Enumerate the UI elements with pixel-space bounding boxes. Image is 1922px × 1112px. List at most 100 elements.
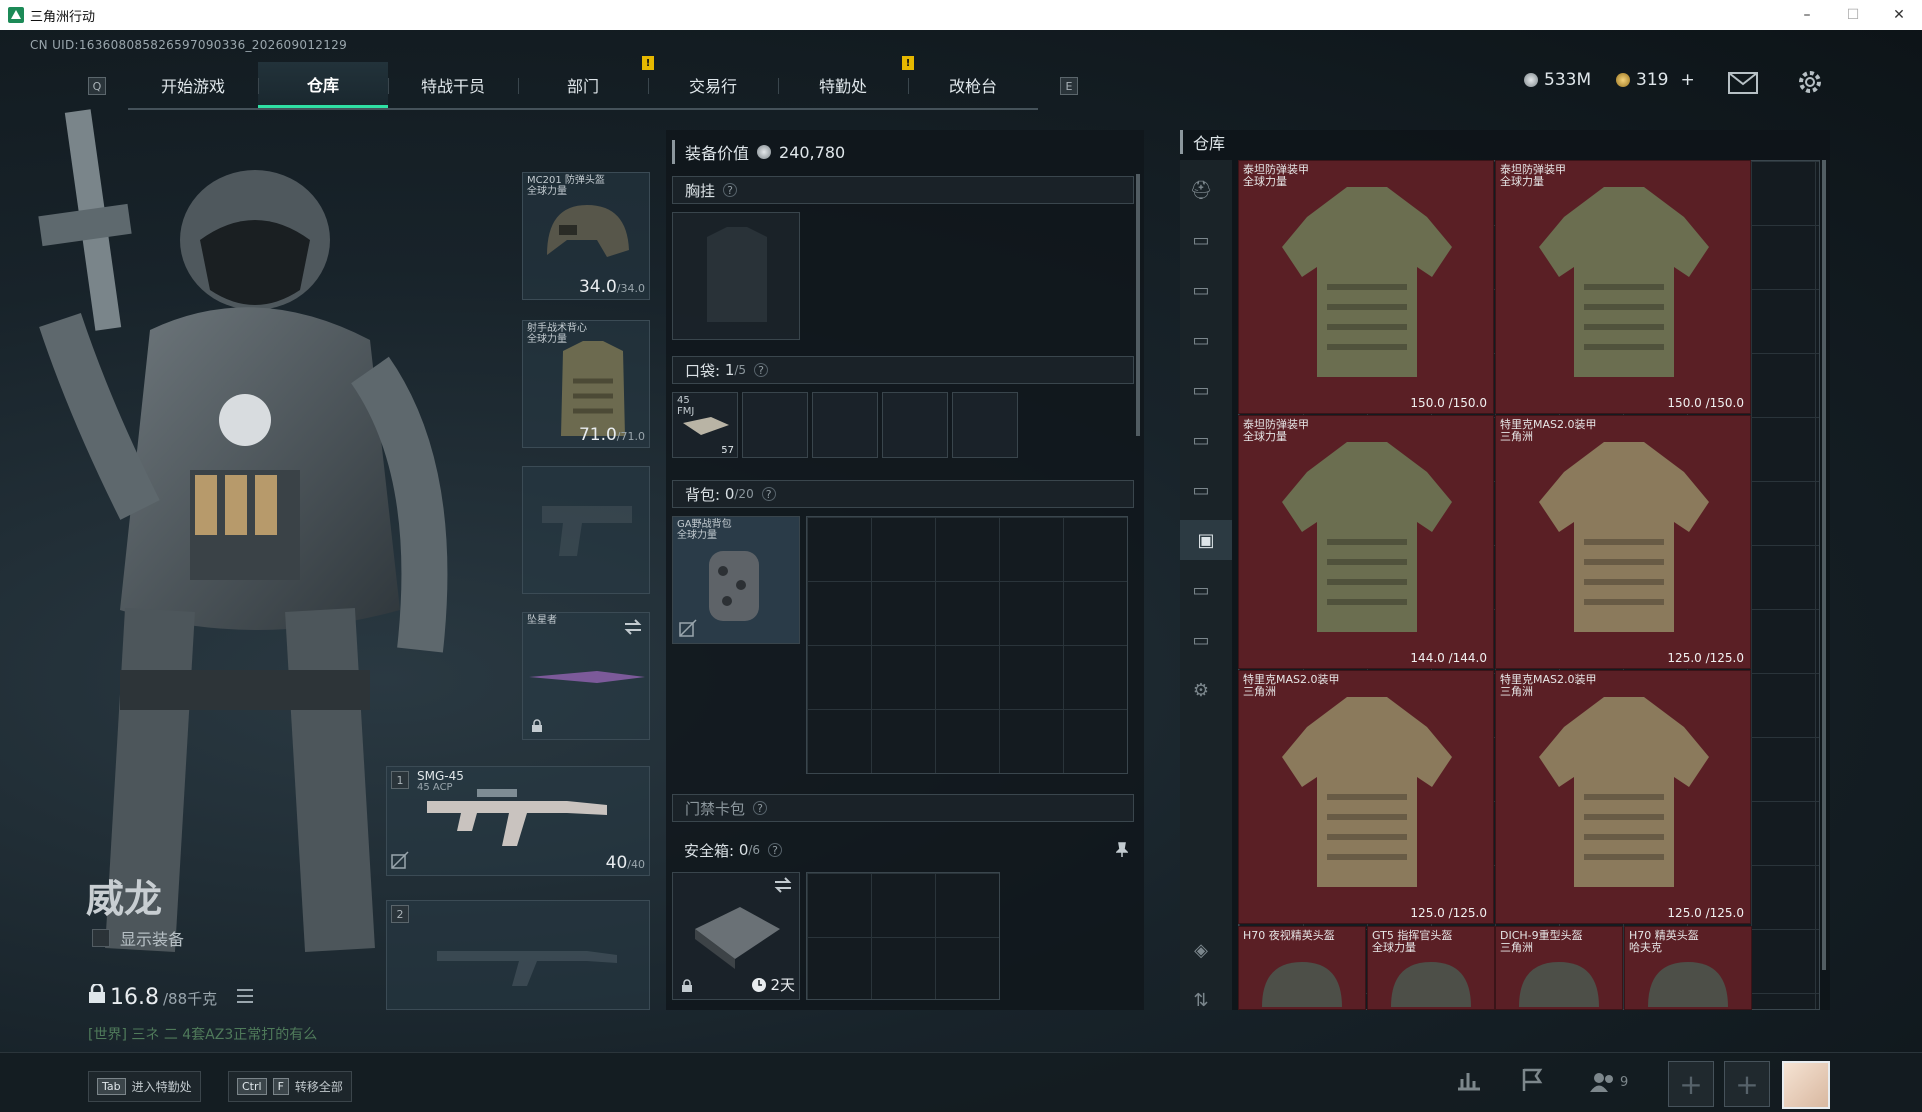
lock-icon bbox=[682, 979, 692, 992]
help-icon[interactable]: ? bbox=[761, 487, 776, 501]
close-button[interactable]: ✕ bbox=[1876, 0, 1922, 30]
settings-gear-icon[interactable]: ⚙ bbox=[1180, 670, 1222, 710]
warehouse-item-armor[interactable]: 特里克MAS2.0装甲 三角洲 125.0 /125.0 bbox=[1495, 415, 1751, 669]
transfer-all-hint[interactable]: Ctrl F 转移全部 bbox=[228, 1071, 352, 1102]
stats-chart-icon[interactable] bbox=[1456, 1067, 1482, 1091]
maximize-button[interactable]: ☐ bbox=[1830, 0, 1876, 30]
show-equipment-toggle[interactable]: 显示装备 bbox=[92, 926, 184, 950]
category-iv-icon[interactable]: ▭ bbox=[1180, 320, 1222, 360]
world-chat-line[interactable]: [世界] 三ネ 二 4套AZ3正常打的有么 bbox=[88, 1024, 317, 1044]
melee-slot[interactable]: 坠星者 bbox=[522, 612, 650, 740]
category-iv-icon[interactable]: ▭ bbox=[1180, 370, 1222, 410]
helmet-icon bbox=[1519, 962, 1599, 1007]
keycard-header[interactable]: 门禁卡包? bbox=[672, 794, 1134, 822]
secondary-slot-number: 2 bbox=[391, 905, 409, 923]
pocket-slot[interactable]: 45 FMJ 57 bbox=[672, 392, 738, 458]
tab-trading[interactable]: 交易行 bbox=[648, 62, 778, 108]
melee-name: 坠星者 bbox=[527, 615, 557, 626]
layers-icon[interactable]: ◈ bbox=[1180, 930, 1222, 970]
warehouse-item-armor[interactable]: 特里克MAS2.0装甲 三角洲 125.0 /125.0 bbox=[1495, 670, 1751, 924]
armor-icon bbox=[1282, 697, 1452, 887]
ammo-box-icon bbox=[683, 417, 729, 435]
add-squad-member-button[interactable]: + bbox=[1668, 1061, 1714, 1107]
operator-name: 威龙 bbox=[86, 877, 163, 921]
tab-gunsmith[interactable]: 改枪台 bbox=[908, 62, 1038, 108]
warehouse-scrollbar[interactable] bbox=[1822, 160, 1826, 970]
pocket-slot[interactable] bbox=[882, 392, 948, 458]
swap-icon[interactable] bbox=[773, 877, 793, 893]
warehouse-item-armor[interactable]: 泰坦防弹装甲 全球力量 150.0 /150.0 bbox=[1238, 160, 1494, 414]
flag-icon[interactable] bbox=[1520, 1067, 1546, 1093]
weight-details-icon[interactable] bbox=[235, 988, 255, 1004]
add-gold-button[interactable]: + bbox=[1680, 70, 1694, 90]
pistol-slot[interactable] bbox=[522, 466, 650, 594]
category-iv-icon[interactable]: ▭ bbox=[1180, 420, 1222, 460]
safebox-case-icon bbox=[695, 907, 780, 969]
help-icon[interactable]: ? bbox=[754, 363, 769, 377]
warehouse-item-helmet[interactable]: H70 夜视精英头盔 bbox=[1238, 926, 1366, 1010]
help-icon[interactable]: ? bbox=[723, 183, 738, 197]
sort-icon[interactable]: ⇅ bbox=[1180, 980, 1222, 1020]
enter-special-ops-hint[interactable]: Tab 进入特勤处 bbox=[88, 1071, 201, 1102]
category-gt-icon[interactable]: ▭ bbox=[1180, 470, 1222, 510]
minimize-button[interactable]: – bbox=[1784, 0, 1830, 30]
secondary-weapon-slot[interactable]: 2 bbox=[386, 900, 650, 1010]
safebox-slot[interactable]: 2天 bbox=[672, 872, 800, 1000]
player-avatar[interactable] bbox=[1782, 1061, 1830, 1109]
helmet-name: MC201 防弹头盔 全球力量 bbox=[527, 175, 605, 197]
tab-special-ops[interactable]: 特勤处! bbox=[778, 56, 914, 108]
backpack-slot[interactable]: GA野战背包 全球力量 bbox=[672, 516, 800, 644]
category-iv-icon[interactable]: ▭ bbox=[1180, 270, 1222, 310]
pocket-slot[interactable] bbox=[952, 392, 1018, 458]
warehouse-title: 仓库 bbox=[1180, 130, 1225, 154]
warehouse-item-armor[interactable]: 泰坦防弹装甲 全球力量 150.0 /150.0 bbox=[1495, 160, 1751, 414]
silver-coin-icon bbox=[757, 145, 772, 159]
backpack-grid[interactable] bbox=[806, 516, 1128, 774]
helmet-icon bbox=[547, 205, 629, 257]
helmet-slot[interactable]: MC201 防弹头盔 全球力量 34.0/34.0 bbox=[522, 172, 650, 300]
pin-icon[interactable] bbox=[1116, 842, 1128, 858]
warehouse-item-helmet[interactable]: H70 精英头盔 哈夫克 bbox=[1624, 926, 1752, 1010]
tab-next-key[interactable]: E bbox=[1060, 77, 1078, 95]
chest-rig-slot[interactable] bbox=[672, 212, 800, 340]
uid-label: CN UID:163608085826597090336_20260901212… bbox=[30, 38, 348, 52]
helmet-icon bbox=[1391, 962, 1471, 1007]
armor-slot[interactable]: 射手战术背心 全球力量 71.0/71.0 bbox=[522, 320, 650, 448]
friends-icon bbox=[1590, 1073, 1613, 1092]
settings-gear-icon[interactable] bbox=[1796, 68, 1824, 96]
armor-icon bbox=[1539, 697, 1709, 887]
primary-slot-number: 1 bbox=[391, 771, 409, 789]
bottom-bar: Tab 进入特勤处 Ctrl F 转移全部 9 + + bbox=[0, 1052, 1922, 1112]
tab-department[interactable]: 部门! bbox=[518, 56, 654, 108]
swap-icon[interactable] bbox=[623, 619, 643, 635]
warehouse-item-helmet[interactable]: DICH-9重型头盔 三角洲 bbox=[1495, 926, 1623, 1010]
pocket-slot[interactable] bbox=[742, 392, 808, 458]
warehouse-item-helmet[interactable]: GT5 指挥官头盔 全球力量 bbox=[1367, 926, 1495, 1010]
safebox-grid[interactable] bbox=[806, 872, 1000, 1000]
pocket-slot[interactable] bbox=[812, 392, 878, 458]
warehouse-item-armor[interactable]: 特里克MAS2.0装甲 三角洲 125.0 /125.0 bbox=[1238, 670, 1494, 924]
add-squad-member-button[interactable]: + bbox=[1724, 1061, 1770, 1107]
helmet-icon bbox=[1262, 962, 1342, 1007]
category-armor-icon[interactable]: ▣ bbox=[1180, 520, 1232, 560]
clock-icon bbox=[752, 977, 767, 992]
attachment-icon[interactable] bbox=[679, 619, 697, 637]
help-icon[interactable]: ? bbox=[768, 843, 783, 857]
game-viewport: CN UID:163608085826597090336_20260901212… bbox=[0, 30, 1922, 1112]
help-icon[interactable]: ? bbox=[753, 801, 768, 815]
category-helmet-icon[interactable]: ⛑ bbox=[1180, 170, 1222, 210]
window-titlebar: 三角洲行动 – ☐ ✕ bbox=[0, 0, 1922, 30]
attachment-icon[interactable] bbox=[391, 851, 409, 869]
category-iv-icon[interactable]: ▭ bbox=[1180, 620, 1222, 660]
category-gt-icon[interactable]: ▭ bbox=[1180, 570, 1222, 610]
primary-weapon-slot[interactable]: 1 SMG-45 45 ACP 40/40 bbox=[386, 766, 650, 876]
friends-count[interactable]: 9 bbox=[1590, 1071, 1628, 1093]
gold-coin-icon bbox=[1616, 73, 1630, 87]
item-name: H70 精英头盔 哈夫克 bbox=[1629, 929, 1699, 954]
warehouse-item-armor[interactable]: 泰坦防弹装甲 全球力量 144.0 /144.0 bbox=[1238, 415, 1494, 669]
loadout-scrollbar[interactable] bbox=[1136, 174, 1140, 436]
warehouse-sidebar: ⛑ ▭ ▭ ▭ ▭ ▭ ▭ ▣ ▭ ▭ ⚙ ◈ ⇅ bbox=[1180, 160, 1232, 1011]
show-equipment-checkbox[interactable] bbox=[92, 929, 110, 947]
mail-icon[interactable] bbox=[1728, 72, 1758, 94]
category-gt-icon[interactable]: ▭ bbox=[1180, 220, 1222, 260]
